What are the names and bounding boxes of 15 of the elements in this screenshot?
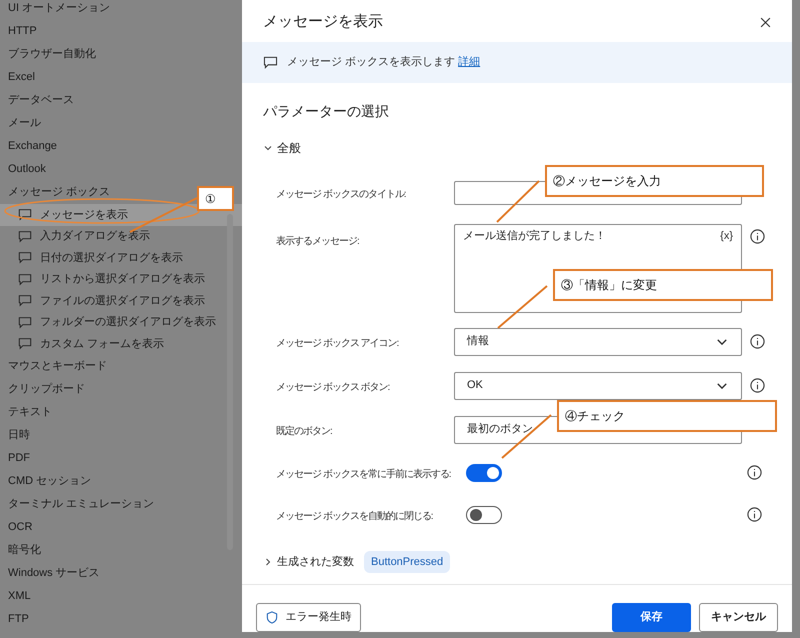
callout-tooltip: ① bbox=[197, 186, 234, 211]
dialog-title: メッセージを表示 bbox=[263, 12, 383, 32]
field-label: メッセージ ボックス ボタン: bbox=[276, 382, 390, 392]
field-label: メッセージ ボックスのタイトル: bbox=[276, 188, 406, 200]
field-value: メール送信が完了しました！ bbox=[463, 228, 606, 244]
field-label: メッセージ ボックスを自動的に閉じる: bbox=[276, 510, 433, 522]
callout-tooltip: ②メッセージを入力 bbox=[545, 165, 764, 197]
field-label: 表示するメッセージ: bbox=[276, 236, 359, 246]
callout-tooltip: ④チェック bbox=[557, 400, 777, 432]
field-label: メッセージ ボックスを常に手前に表示する: bbox=[276, 468, 451, 480]
field-label: メッセージ ボックス アイコン: bbox=[276, 338, 398, 348]
banner-text: メッセージ ボックスを表示します 詳細 bbox=[287, 55, 480, 70]
callout-tooltip: ③「情報」に変更 bbox=[553, 269, 773, 301]
section-title: パラメーターの選択 bbox=[263, 102, 390, 120]
field-label: 既定のボタン: bbox=[276, 426, 332, 436]
